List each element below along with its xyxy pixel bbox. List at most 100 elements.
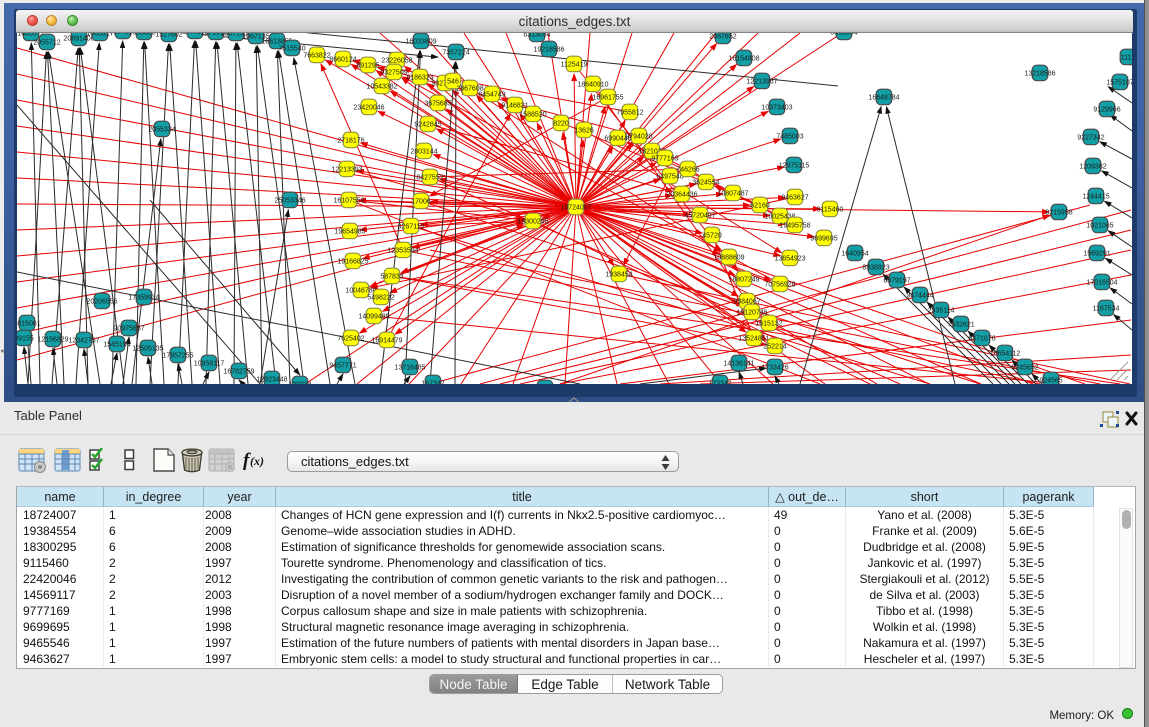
svg-text:45720: 45720 [702, 233, 722, 240]
svg-text:9129966: 9129966 [1093, 107, 1120, 114]
svg-text:252214: 252214 [763, 344, 786, 351]
svg-text:1569291: 1569291 [1083, 251, 1110, 258]
svg-text:1209382: 1209382 [1079, 164, 1106, 171]
svg-text:19218586: 19218586 [533, 47, 564, 54]
svg-text:9227342: 9227342 [1077, 135, 1104, 142]
svg-text:7515540: 7515540 [278, 46, 305, 53]
svg-text:9794028: 9794028 [625, 134, 652, 141]
svg-text:14099489: 14099489 [358, 314, 389, 321]
svg-text:9815061: 9815061 [17, 321, 41, 328]
svg-text:18807249: 18807249 [728, 277, 759, 284]
svg-text:129234: 129234 [288, 382, 311, 385]
svg-text:8313054: 8313054 [523, 33, 550, 39]
svg-text:90975857: 90975857 [113, 326, 144, 333]
svg-text:1112: 1112 [1121, 55, 1132, 62]
svg-text:39155: 39155 [17, 336, 34, 343]
svg-text:891295: 891295 [356, 63, 379, 70]
svg-text:13524851: 13524851 [738, 336, 769, 343]
svg-text:9474444: 9474444 [906, 293, 933, 300]
svg-text:12923448: 12923448 [256, 377, 287, 384]
svg-text:20206556: 20206556 [86, 299, 117, 306]
svg-text:3675685: 3675685 [424, 101, 451, 108]
svg-text:8471076: 8471076 [968, 336, 995, 343]
svg-text:1167534: 1167534 [1093, 306, 1120, 313]
svg-text:16033809: 16033809 [405, 39, 436, 46]
svg-text:12213393: 12213393 [331, 167, 362, 174]
svg-text:7625402: 7625402 [337, 336, 364, 343]
svg-text:9777169: 9777169 [651, 156, 678, 163]
svg-text:2935114: 2935114 [928, 308, 955, 315]
svg-text:7485003: 7485003 [776, 134, 803, 141]
svg-text:13626: 13626 [574, 128, 594, 135]
svg-text:23226058: 23226058 [381, 58, 412, 65]
svg-text:62160: 62160 [750, 203, 770, 210]
svg-text:1125419: 1125419 [561, 62, 588, 69]
svg-text:8454749: 8454749 [478, 92, 505, 99]
svg-text:13218586: 13218586 [1024, 71, 1055, 78]
svg-text:1575107: 1575107 [1106, 80, 1132, 87]
svg-text:12213967: 12213967 [746, 79, 777, 86]
svg-text:12342757: 12342757 [68, 338, 99, 345]
svg-text:8313054: 8313054 [830, 33, 857, 37]
svg-text:16107553: 16107553 [333, 198, 364, 205]
svg-text:19495758: 19495758 [779, 223, 810, 230]
svg-text:1615132: 1615132 [755, 321, 782, 328]
svg-text:8427552: 8427552 [416, 175, 443, 182]
svg-text:173342: 173342 [708, 381, 731, 385]
svg-text:17359934: 17359934 [128, 295, 159, 302]
svg-text:3267110: 3267110 [398, 224, 425, 231]
svg-text:1244415: 1244415 [1082, 194, 1109, 201]
svg-text:9245652: 9245652 [1011, 365, 1038, 372]
svg-text:(x): (x) [250, 454, 264, 468]
svg-text:2718176: 2718176 [337, 138, 364, 145]
svg-text:16914479: 16914479 [371, 338, 402, 345]
svg-text:167342: 167342 [421, 381, 444, 385]
svg-text:8660124: 8660124 [329, 57, 356, 64]
svg-text:16648784: 16648784 [868, 95, 899, 102]
svg-text:9146821: 9146821 [501, 103, 528, 110]
svg-text:9242845: 9242845 [414, 122, 441, 129]
svg-text:10654112: 10654112 [990, 351, 1021, 358]
svg-text:9457771: 9457771 [329, 363, 356, 370]
svg-text:17006: 17006 [411, 199, 431, 206]
svg-text:17016504: 17016504 [1086, 280, 1117, 287]
svg-text:9699695: 9699695 [810, 236, 837, 243]
svg-text:18640910: 18640910 [577, 82, 608, 89]
svg-text:10958117: 10958117 [194, 361, 225, 368]
svg-text:13716485: 13716485 [394, 365, 425, 372]
svg-text:10807487: 10807487 [717, 191, 748, 198]
svg-text:8938923: 8938923 [862, 265, 889, 272]
svg-text:17957255: 17957255 [162, 353, 193, 360]
svg-text:12156829: 12156829 [37, 337, 68, 344]
svg-text:8215958: 8215958 [1045, 210, 1072, 217]
svg-text:6497548: 6497548 [656, 174, 683, 181]
svg-text:6879197: 6879197 [883, 278, 910, 285]
svg-text:2055334: 2055334 [148, 127, 175, 134]
svg-text:3624554: 3624554 [692, 180, 719, 187]
svg-text:16154808: 16154808 [728, 56, 759, 63]
svg-text:9327509: 9327509 [380, 70, 407, 77]
svg-text:16782759: 16782759 [223, 369, 254, 376]
svg-text:9463627: 9463627 [781, 195, 808, 202]
svg-text:12505135: 12505135 [132, 346, 163, 353]
svg-text:45720407: 45720407 [684, 213, 715, 220]
svg-text:2803144: 2803144 [410, 149, 437, 156]
svg-text:19166825: 19166825 [337, 259, 368, 266]
svg-text:7632621: 7632621 [947, 322, 974, 329]
svg-text:1545194: 1545194 [103, 342, 130, 349]
svg-text:2087652: 2087652 [709, 34, 736, 41]
svg-text:18724007: 18724007 [560, 205, 591, 212]
svg-text:14136141: 14136141 [723, 361, 754, 368]
svg-text:23420046: 23420046 [353, 105, 384, 112]
svg-text:12975115: 12975115 [779, 163, 810, 170]
svg-text:10046788: 10046788 [345, 288, 376, 295]
svg-text:924565: 924565 [1039, 378, 1062, 385]
svg-text:19654985: 19654985 [334, 229, 365, 236]
svg-text:1733426: 1733426 [761, 365, 788, 372]
svg-text:2055712: 2055712 [33, 40, 60, 47]
svg-text:5498222: 5498222 [367, 295, 394, 302]
svg-text:13654923: 13654923 [774, 256, 805, 263]
svg-text:7955812: 7955812 [616, 110, 643, 117]
svg-text:1640954: 1640954 [841, 251, 868, 258]
svg-text:10543382: 10543382 [366, 84, 397, 91]
